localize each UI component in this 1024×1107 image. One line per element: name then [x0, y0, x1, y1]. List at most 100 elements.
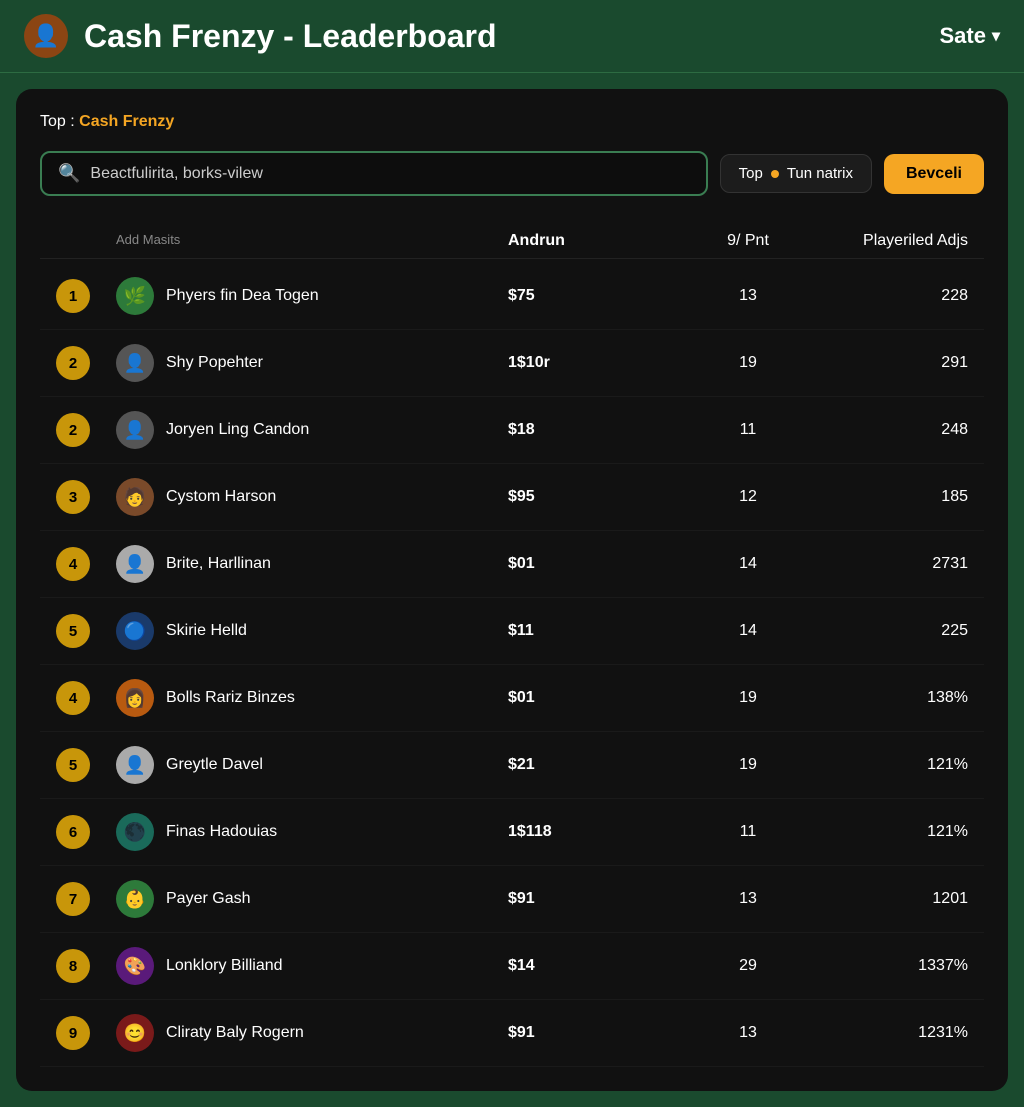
- amount-cell: $18: [508, 421, 688, 439]
- col-header-rank: [56, 232, 116, 250]
- table-row[interactable]: 6 🌑 Finas Hadouias 1$118 11 121%: [40, 799, 984, 866]
- rank-cell: 3: [56, 480, 116, 514]
- amount-cell: $14: [508, 957, 688, 975]
- table-row[interactable]: 3 🧑 Cystom Harson $95 12 185: [40, 464, 984, 531]
- player-cell: 👤 Joryen Ling Candon: [116, 411, 508, 449]
- player-name: Greytle Davel: [166, 756, 263, 774]
- filter-dropdown[interactable]: Top Tun natrix: [720, 154, 872, 193]
- header-action-button[interactable]: Sate ▾: [939, 23, 1000, 49]
- rank-badge: 3: [56, 480, 90, 514]
- player-name: Joryen Ling Candon: [166, 421, 309, 439]
- leaderboard-table: Add Masits Andrun 9/ Pnt Playeriled Adjs…: [40, 224, 984, 1067]
- table-row[interactable]: 5 🔵 Skirie Helld $11 14 225: [40, 598, 984, 665]
- col-header-points: 9/ Pnt: [688, 232, 808, 250]
- adj-cell: 291: [808, 354, 968, 372]
- player-name: Cliraty Baly Rogern: [166, 1024, 304, 1042]
- player-cell: 😊 Cliraty Baly Rogern: [116, 1014, 508, 1052]
- rank-cell: 8: [56, 949, 116, 983]
- adj-cell: 2731: [808, 555, 968, 573]
- rank-badge: 6: [56, 815, 90, 849]
- player-cell: 🎨 Lonklory Billiand: [116, 947, 508, 985]
- amount-cell: $91: [508, 1024, 688, 1042]
- table-row[interactable]: 4 👤 Brite, Harllinan $01 14 2731: [40, 531, 984, 598]
- player-name: Phyers fin Dea Togen: [166, 287, 319, 305]
- header-action-label: Sate: [939, 23, 985, 49]
- rank-badge: 5: [56, 614, 90, 648]
- player-avatar: 🧑: [116, 478, 154, 516]
- bevcel-button[interactable]: Bevceli: [884, 154, 984, 194]
- points-cell: 19: [688, 756, 808, 774]
- col-header-amount: Andrun: [508, 232, 688, 250]
- player-avatar: 🔵: [116, 612, 154, 650]
- rank-badge: 4: [56, 547, 90, 581]
- header-logo: 👤: [24, 14, 68, 58]
- player-avatar: 🌑: [116, 813, 154, 851]
- table-row[interactable]: 9 😊 Cliraty Baly Rogern $91 13 1231%: [40, 1000, 984, 1067]
- player-name: Payer Gash: [166, 890, 250, 908]
- player-avatar: 👶: [116, 880, 154, 918]
- rank-badge: 2: [56, 413, 90, 447]
- filter-dot-icon: [771, 170, 779, 178]
- rank-cell: 9: [56, 1016, 116, 1050]
- adj-cell: 248: [808, 421, 968, 439]
- adj-cell: 1337%: [808, 957, 968, 975]
- adj-cell: 1201: [808, 890, 968, 908]
- player-cell: 👤 Brite, Harllinan: [116, 545, 508, 583]
- amount-cell: $95: [508, 488, 688, 506]
- player-cell: 👤 Greytle Davel: [116, 746, 508, 784]
- table-row[interactable]: 5 👤 Greytle Davel $21 19 121%: [40, 732, 984, 799]
- points-cell: 14: [688, 555, 808, 573]
- player-avatar: 👤: [116, 746, 154, 784]
- points-cell: 11: [688, 421, 808, 439]
- player-avatar: 😊: [116, 1014, 154, 1052]
- adj-cell: 121%: [808, 756, 968, 774]
- player-avatar: 👤: [116, 344, 154, 382]
- table-row[interactable]: 1 🌿 Phyers fin Dea Togen $75 13 228: [40, 263, 984, 330]
- search-row: 🔍 Top Tun natrix Bevceli: [40, 151, 984, 196]
- rank-cell: 4: [56, 681, 116, 715]
- header: 👤 Cash Frenzy - Leaderboard Sate ▾: [0, 0, 1024, 73]
- rank-badge: 4: [56, 681, 90, 715]
- rank-badge: 5: [56, 748, 90, 782]
- player-cell: 🌑 Finas Hadouias: [116, 813, 508, 851]
- rank-cell: 4: [56, 547, 116, 581]
- search-input[interactable]: [90, 165, 689, 183]
- points-cell: 13: [688, 287, 808, 305]
- player-name: Bolls Rariz Binzes: [166, 689, 295, 707]
- adj-cell: 225: [808, 622, 968, 640]
- table-row[interactable]: 8 🎨 Lonklory Billiand $14 29 1337%: [40, 933, 984, 1000]
- adj-cell: 228: [808, 287, 968, 305]
- rank-badge: 7: [56, 882, 90, 916]
- header-title: Cash Frenzy - Leaderboard: [84, 18, 939, 55]
- player-cell: 🧑 Cystom Harson: [116, 478, 508, 516]
- amount-cell: $01: [508, 689, 688, 707]
- table-row[interactable]: 4 👩 Bolls Rariz Binzes $01 19 138%: [40, 665, 984, 732]
- filter-sub-label: Tun natrix: [787, 165, 853, 182]
- player-avatar: 🎨: [116, 947, 154, 985]
- amount-cell: 1$118: [508, 823, 688, 841]
- player-name: Brite, Harllinan: [166, 555, 271, 573]
- points-cell: 11: [688, 823, 808, 841]
- player-cell: 👶 Payer Gash: [116, 880, 508, 918]
- amount-cell: $11: [508, 622, 688, 640]
- filter-label: Top: [739, 165, 763, 182]
- player-name: Skirie Helld: [166, 622, 247, 640]
- table-row[interactable]: 7 👶 Payer Gash $91 13 1201: [40, 866, 984, 933]
- breadcrumb-prefix: Top :: [40, 113, 79, 130]
- amount-cell: $91: [508, 890, 688, 908]
- main-container: Top : Cash Frenzy 🔍 Top Tun natrix Bevce…: [16, 89, 1008, 1091]
- search-box: 🔍: [40, 151, 708, 196]
- breadcrumb: Top : Cash Frenzy: [40, 113, 984, 131]
- amount-cell: $01: [508, 555, 688, 573]
- points-cell: 14: [688, 622, 808, 640]
- table-body: 1 🌿 Phyers fin Dea Togen $75 13 228 2 👤 …: [40, 263, 984, 1067]
- rank-badge: 1: [56, 279, 90, 313]
- points-cell: 13: [688, 890, 808, 908]
- table-row[interactable]: 2 👤 Shy Popehter 1$10r 19 291: [40, 330, 984, 397]
- table-row[interactable]: 2 👤 Joryen Ling Candon $18 11 248: [40, 397, 984, 464]
- rank-cell: 2: [56, 413, 116, 447]
- player-avatar: 🌿: [116, 277, 154, 315]
- player-name: Shy Popehter: [166, 354, 263, 372]
- player-name: Finas Hadouias: [166, 823, 277, 841]
- points-cell: 19: [688, 689, 808, 707]
